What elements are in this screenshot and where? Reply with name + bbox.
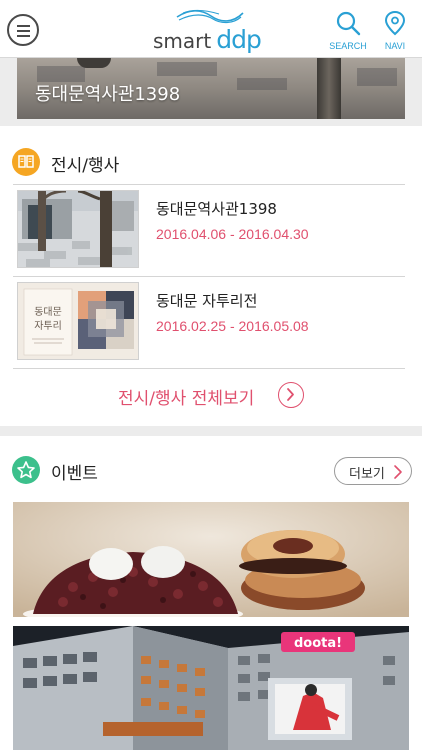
logo-brand: ddp <box>216 25 262 54</box>
book-icon <box>12 148 40 176</box>
poster-line-2: 자투리 <box>34 320 62 332</box>
exhibition-title: 동대문역사관1398 <box>156 200 277 218</box>
building-photo: doota! <box>13 626 409 750</box>
app-header: smart ddp SEARCH NAVI <box>0 0 422 58</box>
exhibition-date: 2016.04.06 - 2016.04.30 <box>156 226 309 242</box>
divider <box>13 184 405 185</box>
smart-ddp-logo[interactable]: smart ddp <box>153 8 265 54</box>
exhibition-title: 동대문 자투리전 <box>156 292 258 310</box>
hamburger-menu-icon[interactable] <box>7 14 39 46</box>
events-section: 이벤트 더보기 doota! <box>0 436 422 750</box>
navi-label: NAVI <box>384 41 406 51</box>
logo-swoosh-icon <box>176 9 244 24</box>
more-label: 더보기 <box>349 467 385 482</box>
event-banner[interactable] <box>13 502 409 617</box>
banner-tree-trunk <box>317 58 341 119</box>
chevron-right-circle-icon <box>278 382 304 408</box>
doota-sign: doota! <box>294 636 342 651</box>
search-icon <box>336 11 361 36</box>
divider <box>13 368 405 369</box>
view-all-label: 전시/행사 전체보기 <box>118 389 255 409</box>
banner-title: 동대문역사관1398 <box>35 84 181 105</box>
poster-line-1: 동대문 <box>34 306 62 318</box>
dessert-photo <box>13 502 409 617</box>
event-banner[interactable]: doota! <box>13 626 409 750</box>
location-pin-icon <box>384 10 406 36</box>
star-icon <box>12 456 40 484</box>
exhibitions-section: 전시/행사 동대문역사관1398 2016.04.06 - 2016.04.30… <box>0 126 422 426</box>
search-button[interactable]: SEARCH <box>328 10 368 51</box>
divider <box>13 276 405 277</box>
exhibitions-title: 전시/행사 <box>51 156 120 176</box>
banner-tree-base <box>77 58 111 68</box>
exhibition-thumbnail: 동대문 자투리 <box>17 282 139 360</box>
navi-button[interactable]: NAVI <box>378 10 412 51</box>
events-title: 이벤트 <box>51 464 98 484</box>
search-label: SEARCH <box>329 41 367 51</box>
chevron-right-icon <box>394 465 402 479</box>
exhibition-date: 2016.02.25 - 2016.05.08 <box>156 318 309 334</box>
logo-prefix: smart <box>153 29 212 53</box>
more-events-button[interactable]: 더보기 <box>334 457 412 485</box>
featured-banner[interactable]: 동대문역사관1398 <box>17 58 405 119</box>
exhibition-thumbnail <box>17 190 139 268</box>
exhibition-item[interactable]: 동대문 자투리 동대문 자투리전 2016.02.25 - 2016.05.08 <box>13 278 405 360</box>
exhibition-item[interactable]: 동대문역사관1398 2016.04.06 - 2016.04.30 <box>13 186 405 268</box>
